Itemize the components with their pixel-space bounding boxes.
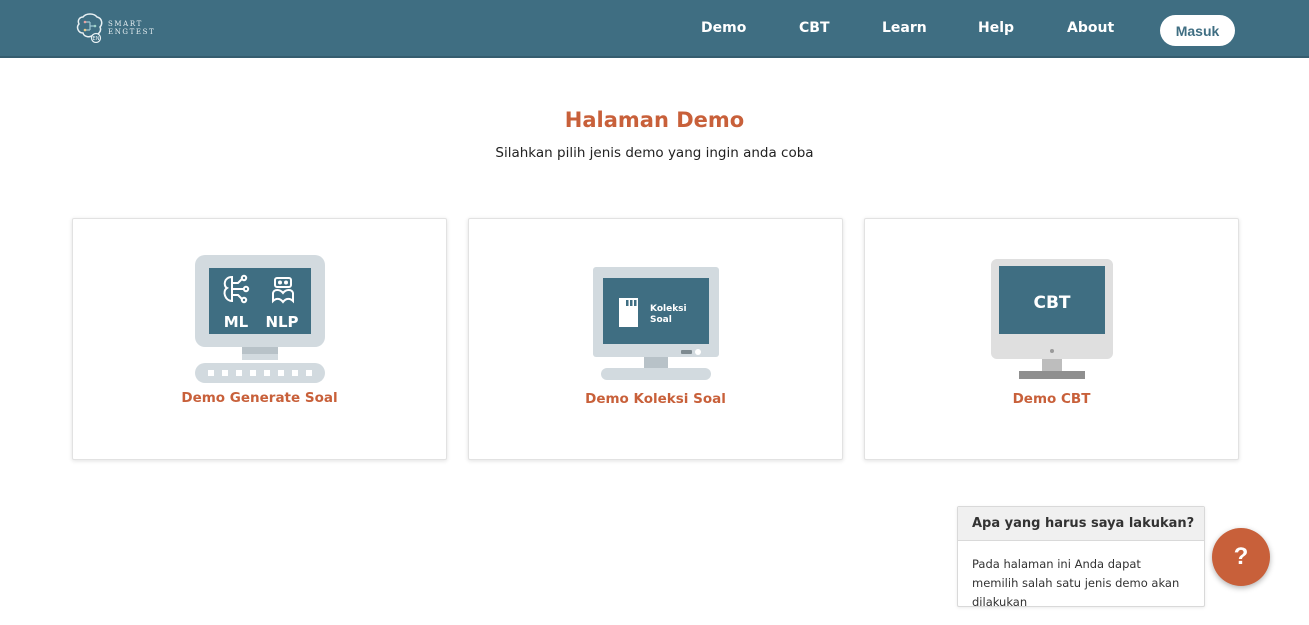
screen-text-ml: ML [224, 313, 249, 331]
svg-text:EN: EN [93, 36, 100, 42]
page-subtitle: Silahkan pilih jenis demo yang ingin and… [495, 145, 814, 161]
help-tooltip-title: Apa yang harus saya lakukan? [958, 507, 1204, 541]
demo-generate-soal-card[interactable]: ML NLP Demo Generate Soal [72, 218, 447, 460]
brand-line-1: SMART [108, 20, 143, 28]
login-button[interactable]: Masuk [1160, 15, 1235, 46]
screen-text-nlp: NLP [265, 313, 298, 331]
nav-cbt[interactable]: CBT [799, 20, 830, 36]
brain-logo-icon: EN [76, 13, 103, 43]
demo-koleksi-soal-card[interactable]: Koleksi Soal Demo Koleksi Soal [468, 218, 843, 460]
brand-name: SMART ENGTEST [108, 20, 155, 36]
help-tooltip: Apa yang harus saya lakukan? Pada halama… [957, 506, 1205, 609]
nav-about[interactable]: About [1067, 20, 1114, 36]
help-tooltip-body: Pada halaman ini Anda dapat memilih sala… [972, 557, 1180, 609]
navbar: EN SMART ENGTEST Demo CBT Learn Help Abo… [0, 0, 1309, 58]
page-title: Halaman Demo [564, 108, 745, 132]
nav-help[interactable]: Help [978, 20, 1014, 36]
demo-cbt-label: Demo CBT [1012, 391, 1091, 407]
nav-learn[interactable]: Learn [882, 20, 927, 36]
demo-koleksi-soal-label: Demo Koleksi Soal [585, 391, 726, 407]
help-button[interactable]: ? [1212, 528, 1270, 586]
demo-generate-soal-label: Demo Generate Soal [181, 390, 338, 406]
ml-nlp-computer-icon: ML NLP [195, 255, 325, 383]
nav-demo[interactable]: Demo [701, 20, 746, 36]
cbt-monitor-icon: CBT [991, 259, 1113, 379]
brand-logo[interactable]: EN SMART ENGTEST [76, 13, 155, 43]
sd-card-icon [619, 298, 638, 327]
screen-text-soal: Soal [650, 315, 672, 325]
screen-text-cbt: CBT [1033, 293, 1070, 313]
koleksi-soal-monitor-icon: Koleksi Soal [593, 267, 719, 380]
brand-line-2: ENGTEST [108, 28, 156, 36]
screen-text-koleksi: Koleksi [650, 304, 687, 314]
demo-cbt-card[interactable]: CBT Demo CBT [864, 218, 1239, 460]
